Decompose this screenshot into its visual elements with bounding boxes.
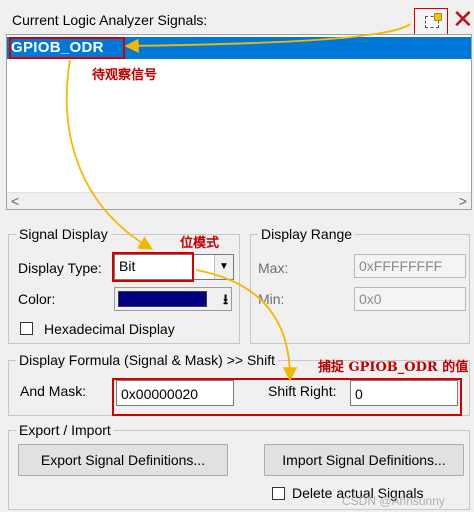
watermark: CSDN @Ahnsunny [342,494,445,508]
arrow-to-signal [124,23,411,54]
annotation-arrows [65,23,411,382]
arrow-to-and-mask [195,269,298,382]
arrow-to-display-type [65,59,154,250]
